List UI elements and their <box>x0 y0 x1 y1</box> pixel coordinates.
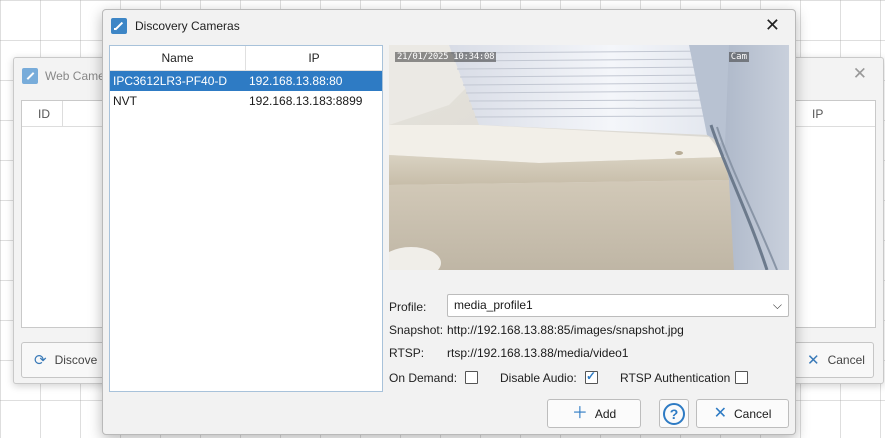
on-demand-checkbox[interactable] <box>465 371 478 384</box>
chevron-down-icon: ⌵ <box>772 298 782 312</box>
edit-icon <box>22 68 38 84</box>
help-icon: ? <box>663 402 685 425</box>
dialog-title-bar: Discovery Cameras <box>111 16 240 36</box>
edit-icon <box>111 18 127 34</box>
camera-ip: 192.168.13.88:80 <box>249 74 343 88</box>
camera-scene <box>389 45 789 270</box>
camera-ip: 192.168.13.183:8899 <box>249 94 363 108</box>
on-demand-label: On Demand: <box>389 371 458 385</box>
add-button-label: Add <box>594 406 617 421</box>
disable-audio-checkbox[interactable] <box>585 369 598 384</box>
camera-name: IPC3612LR3-PF40-D <box>113 74 228 88</box>
discover-button-label: Discove <box>54 353 98 367</box>
column-divider <box>62 101 63 127</box>
refresh-icon: ⟳ <box>34 352 47 369</box>
camera-list-header: Name IP <box>110 46 382 71</box>
profile-select[interactable]: media_profile1 ⌵ <box>447 294 789 317</box>
background-cancel-label: Cancel <box>827 353 865 367</box>
disable-audio-label: Disable Audio: <box>500 371 577 385</box>
close-icon[interactable]: ✕ <box>765 14 780 36</box>
rtsp-authentication-label: RTSP Authentication <box>620 371 731 385</box>
profile-value: media_profile1 <box>454 298 533 312</box>
close-icon: ✕ <box>713 404 728 422</box>
column-ip[interactable]: IP <box>246 46 382 71</box>
close-icon[interactable]: ✕ <box>853 64 867 84</box>
add-button[interactable]: ＋ Add <box>547 399 641 428</box>
timestamp-overlay: 21/01/2025 10:34:08 <box>395 52 497 62</box>
cancel-button[interactable]: ✕ Cancel <box>696 399 789 428</box>
camera-name: NVT <box>113 94 137 108</box>
camera-row[interactable]: IPC3612LR3-PF40-D 192.168.13.88:80 <box>110 71 382 91</box>
plus-icon: ＋ <box>571 404 588 422</box>
cancel-button-label: Cancel <box>734 406 772 421</box>
help-button[interactable]: ? <box>659 399 689 428</box>
channel-overlay: Cam <box>728 52 749 62</box>
background-window-title-text: Web Came <box>45 69 105 83</box>
rtsp-url: rtsp://192.168.13.88/media/video1 <box>447 346 629 360</box>
camera-row[interactable]: NVT 192.168.13.183:8899 <box>110 91 382 111</box>
camera-preview-image: 21/01/2025 10:34:08 Cam <box>389 45 789 270</box>
discovery-cameras-dialog: Discovery Cameras ✕ Name IP IPC3612LR3-P… <box>102 9 796 435</box>
camera-list[interactable]: Name IP IPC3612LR3-PF40-D 192.168.13.88:… <box>109 45 383 392</box>
snapshot-url: http://192.168.13.88:85/images/snapshot.… <box>447 323 684 337</box>
rtsp-authentication-checkbox[interactable] <box>735 371 748 384</box>
cancel-x-icon: ✕ <box>807 352 820 369</box>
column-name[interactable]: Name <box>110 46 246 71</box>
background-cancel-button[interactable]: ✕ Cancel <box>794 342 874 378</box>
profile-label: Profile: <box>389 300 427 314</box>
rtsp-label: RTSP: <box>389 346 425 360</box>
column-id: ID <box>38 107 50 121</box>
column-ip: IP <box>812 107 824 121</box>
dialog-title: Discovery Cameras <box>135 19 240 33</box>
background-window-title: Web Came <box>22 66 105 86</box>
snapshot-label: Snapshot: <box>389 323 444 337</box>
